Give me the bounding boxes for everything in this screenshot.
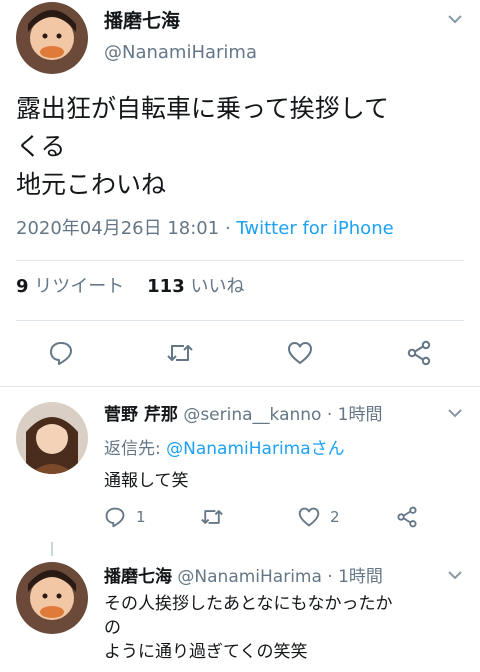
like-button[interactable] (287, 340, 313, 370)
avatar[interactable] (16, 2, 88, 74)
user-name[interactable]: 播磨七海 (104, 6, 180, 33)
reply-button[interactable] (48, 340, 74, 370)
retweet-icon (201, 510, 223, 524)
heart-icon (298, 507, 320, 527)
reply-text: 通報して笑 (104, 471, 189, 491)
tweet-stats: 9 リツイート 113 いいね (16, 272, 244, 298)
likes-label: いいね (190, 276, 245, 297)
user-handle[interactable]: @NanamiHarima (104, 42, 257, 63)
like-count: 2 (330, 508, 340, 526)
retweets-count: 9 (16, 276, 29, 297)
retweet-icon (167, 345, 193, 361)
likes-link[interactable]: 113 いいね (147, 276, 244, 297)
chevron-down-icon[interactable] (446, 404, 464, 426)
reply-icon (50, 342, 72, 365)
reply-time: · 1時間 (321, 405, 383, 425)
likes-count: 113 (147, 276, 185, 297)
divider (0, 386, 480, 387)
like-button[interactable]: 2 (298, 506, 340, 528)
tweet-text: 露出狂が自転車に乗って挨拶して くる 地元こわいね (16, 94, 390, 199)
tweet-source-link[interactable]: Twitter for iPhone (236, 218, 393, 239)
chevron-down-icon[interactable] (446, 10, 464, 32)
avatar[interactable] (16, 402, 88, 474)
reply-to-prefix: 返信先: (104, 439, 167, 459)
tweet-date: 2020年04月26日 18:01 (16, 218, 220, 239)
share-icon (407, 340, 431, 366)
share-icon (397, 506, 417, 528)
reply-count: 1 (136, 508, 146, 526)
user-handle[interactable]: @NanamiHarima (177, 567, 322, 587)
reply-button[interactable]: 1 (104, 506, 146, 528)
reply-header: 菅野 芹那 @serina__kanno · 1時間 (104, 400, 383, 425)
share-button[interactable] (396, 506, 418, 528)
reply-to-link[interactable]: @NanamiHarimaさん (166, 439, 345, 459)
retweets-link[interactable]: 9 リツイート (16, 276, 124, 297)
retweet-button[interactable] (200, 506, 224, 528)
user-name[interactable]: 菅野 芹那 (104, 405, 178, 425)
divider (16, 260, 464, 261)
retweet-button[interactable] (166, 340, 194, 370)
share-button[interactable] (406, 340, 432, 370)
reply-to: 返信先: @NanamiHarimaさん (104, 434, 345, 459)
user-name[interactable]: 播磨七海 (104, 567, 172, 587)
tweet-meta: 2020年04月26日 18:01 · Twitter for iPhone (16, 214, 394, 240)
avatar[interactable] (16, 562, 88, 634)
user-handle[interactable]: @serina__kanno (183, 405, 321, 425)
heart-icon (288, 342, 312, 364)
retweets-label: リツイート (34, 276, 125, 297)
reply-icon (105, 507, 125, 528)
reply-time: · 1時間 (321, 567, 383, 587)
divider (16, 320, 464, 321)
chevron-down-icon[interactable] (446, 566, 464, 588)
thread-line (51, 542, 53, 556)
meta-separator: · (219, 218, 237, 239)
reply-header: 播磨七海 @NanamiHarima · 1時間 (104, 562, 383, 587)
reply-text: その人挨拶したあとなにもなかったか の ように通り過ぎてくの笑笑 (104, 594, 393, 662)
